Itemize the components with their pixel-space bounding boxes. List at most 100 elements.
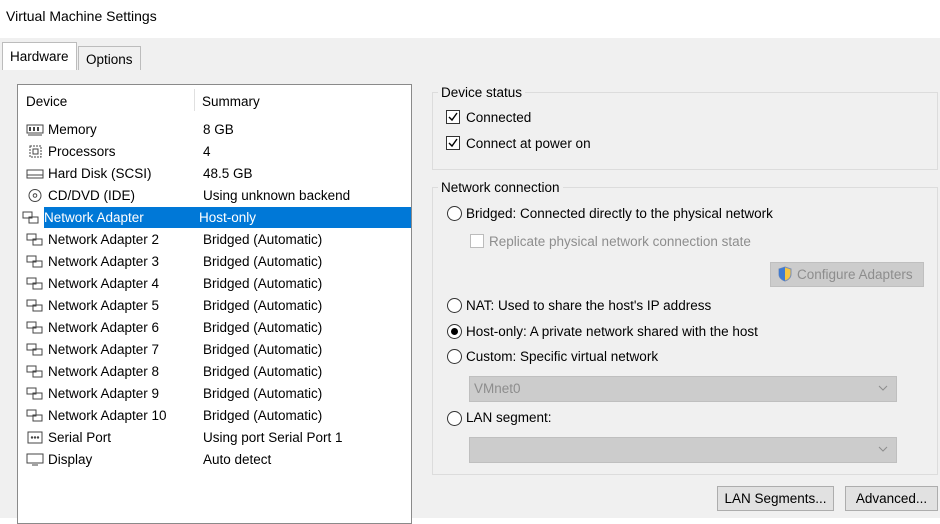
nat-radio[interactable] xyxy=(447,298,462,313)
custom-label[interactable]: Custom: Specific virtual network xyxy=(466,349,658,364)
configure-adapters-label: Configure Adapters xyxy=(797,267,913,282)
network-adapter-icon xyxy=(26,277,43,290)
host-only-label[interactable]: Host-only: A private network shared with… xyxy=(466,324,758,339)
device-row-cd-dvd[interactable]: CD/DVD (IDE) Using unknown backend xyxy=(22,185,411,206)
device-name: CD/DVD (IDE) xyxy=(48,188,135,203)
device-row-memory[interactable]: Memory 8 GB xyxy=(22,119,411,140)
checkmark-icon xyxy=(448,112,458,122)
chevron-down-icon xyxy=(878,446,888,452)
device-summary: 4 xyxy=(203,144,211,159)
device-summary: Auto detect xyxy=(203,452,272,467)
bridged-radio[interactable] xyxy=(447,206,462,221)
host-only-radio[interactable] xyxy=(447,324,462,339)
cd-dvd-icon xyxy=(28,189,42,202)
network-adapter-icon xyxy=(22,211,39,224)
connect-at-power-on-label[interactable]: Connect at power on xyxy=(466,136,591,151)
device-name: Network Adapter 3 xyxy=(48,254,160,269)
column-header-summary[interactable]: Summary xyxy=(202,94,260,109)
device-name: Network Adapter 5 xyxy=(48,298,160,313)
device-name: Network Adapter 4 xyxy=(48,276,160,291)
lan-segment-label[interactable]: LAN segment: xyxy=(466,410,552,425)
device-summary: Host-only xyxy=(199,210,257,225)
checkmark-icon xyxy=(448,138,458,148)
device-row-network-adapter-7[interactable]: Network Adapter 7 Bridged (Automatic) xyxy=(22,339,411,360)
column-divider[interactable] xyxy=(194,89,195,111)
column-header-device[interactable]: Device xyxy=(26,94,67,109)
device-name: Network Adapter 8 xyxy=(48,364,160,379)
device-summary: Using port Serial Port 1 xyxy=(203,430,343,445)
connect-at-power-on-checkbox[interactable] xyxy=(446,136,460,150)
device-name: Display xyxy=(48,452,93,467)
device-summary: 48.5 GB xyxy=(203,166,253,181)
device-row-network-adapter[interactable]: Network Adapter Host-only xyxy=(22,207,411,228)
device-summary: Bridged (Automatic) xyxy=(203,298,323,313)
device-summary: Bridged (Automatic) xyxy=(203,232,323,247)
memory-icon xyxy=(26,124,44,136)
network-adapter-icon xyxy=(26,387,43,400)
network-adapter-icon xyxy=(26,365,43,378)
tab-options[interactable]: Options xyxy=(78,46,141,72)
lan-segments-button[interactable]: LAN Segments... xyxy=(717,486,834,511)
replicate-state-checkbox[interactable] xyxy=(470,234,484,248)
device-name: Hard Disk (SCSI) xyxy=(48,166,152,181)
device-row-network-adapter-6[interactable]: Network Adapter 6 Bridged (Automatic) xyxy=(22,317,411,338)
device-row-processors[interactable]: Processors 4 xyxy=(22,141,411,162)
custom-network-select[interactable]: VMnet0 xyxy=(469,376,897,402)
device-summary: Bridged (Automatic) xyxy=(203,320,323,335)
device-row-network-adapter-8[interactable]: Network Adapter 8 Bridged (Automatic) xyxy=(22,361,411,382)
device-row-network-adapter-3[interactable]: Network Adapter 3 Bridged (Automatic) xyxy=(22,251,411,272)
custom-radio[interactable] xyxy=(447,349,462,364)
device-name: Network Adapter 7 xyxy=(48,342,160,357)
device-list[interactable]: Device Summary Memory 8 GB Processors 4 … xyxy=(17,84,412,524)
device-name: Network Adapter 10 xyxy=(48,408,167,423)
device-summary: Bridged (Automatic) xyxy=(203,386,323,401)
chevron-down-icon xyxy=(878,385,888,391)
device-name: Network Adapter xyxy=(44,210,144,225)
device-name: Network Adapter 6 xyxy=(48,320,160,335)
configure-adapters-button[interactable]: Configure Adapters xyxy=(770,262,924,287)
device-name: Memory xyxy=(48,122,97,137)
tab-hardware[interactable]: Hardware xyxy=(2,42,77,72)
network-connection-legend: Network connection xyxy=(438,180,563,195)
advanced-button[interactable]: Advanced... xyxy=(845,486,938,511)
bridged-label[interactable]: Bridged: Connected directly to the physi… xyxy=(466,206,773,221)
network-adapter-icon xyxy=(26,321,43,334)
device-summary: Bridged (Automatic) xyxy=(203,276,323,291)
device-summary: Bridged (Automatic) xyxy=(203,364,323,379)
replicate-state-label[interactable]: Replicate physical network connection st… xyxy=(489,234,751,249)
display-icon xyxy=(26,453,44,466)
custom-network-value: VMnet0 xyxy=(474,381,521,396)
device-name: Processors xyxy=(48,144,116,159)
device-name: Network Adapter 9 xyxy=(48,386,160,401)
lan-segment-select[interactable] xyxy=(469,437,897,463)
device-row-display[interactable]: Display Auto detect xyxy=(22,449,411,470)
network-adapter-icon xyxy=(26,233,43,246)
connected-checkbox[interactable] xyxy=(446,110,460,124)
device-row-serial-port[interactable]: Serial Port Using port Serial Port 1 xyxy=(22,427,411,448)
device-row-network-adapter-10[interactable]: Network Adapter 10 Bridged (Automatic) xyxy=(22,405,411,426)
serial-port-icon xyxy=(27,431,43,444)
network-adapter-icon xyxy=(26,299,43,312)
device-row-network-adapter-9[interactable]: Network Adapter 9 Bridged (Automatic) xyxy=(22,383,411,404)
device-row-network-adapter-5[interactable]: Network Adapter 5 Bridged (Automatic) xyxy=(22,295,411,316)
device-summary: Bridged (Automatic) xyxy=(203,408,323,423)
device-row-hard-disk[interactable]: Hard Disk (SCSI) 48.5 GB xyxy=(22,163,411,184)
device-summary: Bridged (Automatic) xyxy=(203,342,323,357)
hard-disk-icon xyxy=(26,169,44,179)
connected-label[interactable]: Connected xyxy=(466,110,531,125)
device-name: Network Adapter 2 xyxy=(48,232,160,247)
network-adapter-icon xyxy=(26,255,43,268)
device-name: Serial Port xyxy=(48,430,112,445)
nat-label[interactable]: NAT: Used to share the host's IP address xyxy=(466,298,711,313)
device-row-network-adapter-2[interactable]: Network Adapter 2 Bridged (Automatic) xyxy=(22,229,411,250)
shield-icon xyxy=(778,266,792,282)
lan-segment-radio[interactable] xyxy=(447,411,462,426)
network-adapter-icon xyxy=(26,343,43,356)
device-row-network-adapter-4[interactable]: Network Adapter 4 Bridged (Automatic) xyxy=(22,273,411,294)
device-status-legend: Device status xyxy=(438,85,526,100)
processor-icon xyxy=(29,145,42,158)
device-summary: Bridged (Automatic) xyxy=(203,254,323,269)
device-status-group xyxy=(432,92,938,170)
network-adapter-icon xyxy=(26,409,43,422)
device-summary: 8 GB xyxy=(203,122,234,137)
